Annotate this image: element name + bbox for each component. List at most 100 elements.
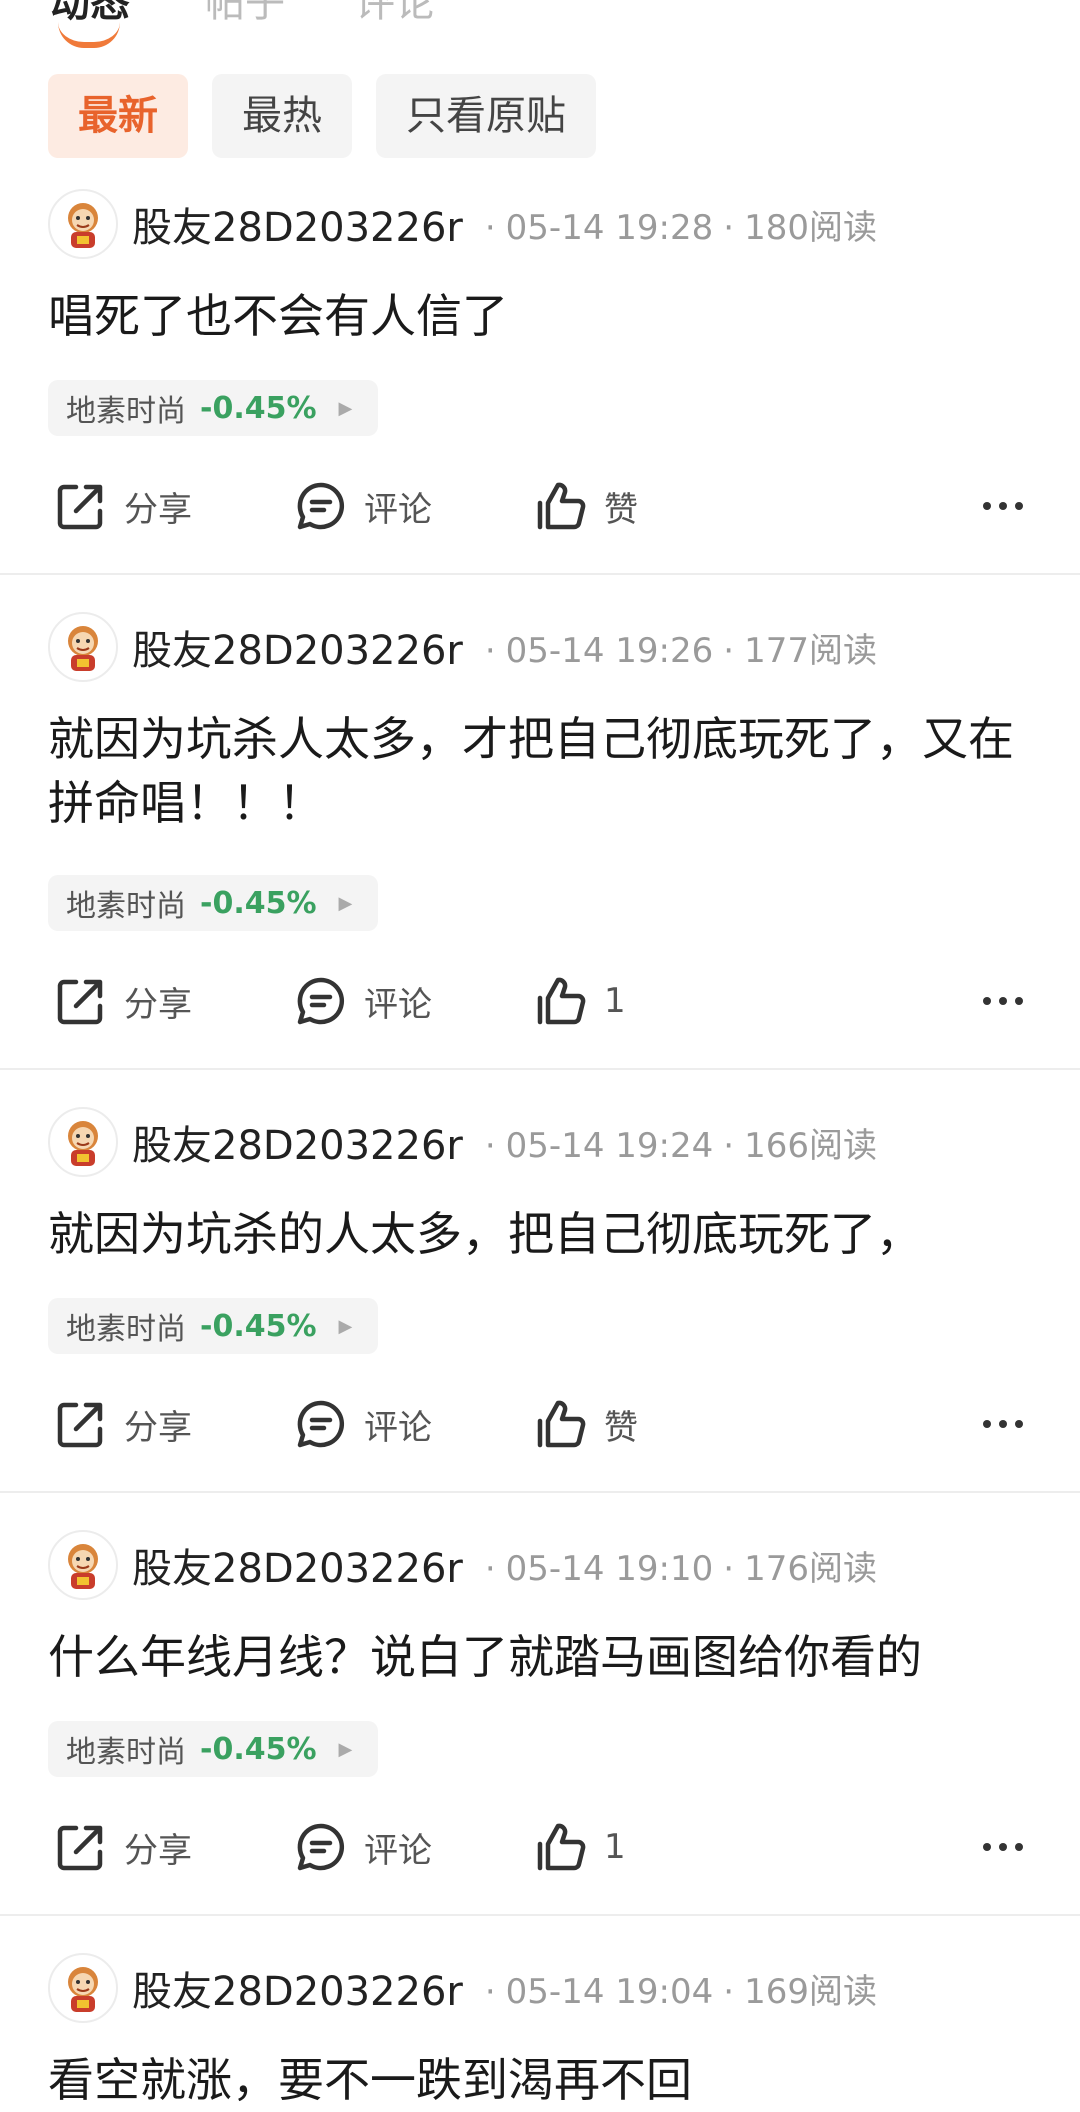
username[interactable]: 股友28D203226r — [132, 1959, 463, 2017]
post-content[interactable]: 什么年线月线？说白了就踏马画图给你看的 — [48, 1625, 1038, 1689]
more-options-button[interactable] — [968, 1812, 1038, 1882]
stock-tag[interactable]: 地素时尚 -0.45% ▶ — [48, 1721, 379, 1777]
mascot-avatar-icon — [68, 1121, 98, 1166]
comment-button[interactable]: 评论 — [292, 1812, 432, 1882]
post-meta: · 05-14 19:24 · 166阅读 — [484, 1125, 877, 1166]
post-time: 05-14 19:10 — [505, 1548, 714, 1589]
comment-icon — [297, 1400, 345, 1448]
stock-tag[interactable]: 地素时尚 -0.45% ▶ — [48, 380, 379, 436]
play-arrow-icon: ▶ — [338, 1738, 353, 1760]
comment-button[interactable]: 评论 — [292, 471, 432, 541]
like-count: 赞 — [604, 1407, 638, 1448]
action-bar: 分享 评论 1 — [48, 1812, 1038, 1882]
stock-change: -0.45% — [200, 1731, 317, 1767]
active-tab-indicator — [58, 22, 120, 48]
post-content[interactable]: 唱死了也不会有人信了 — [48, 284, 1038, 348]
more-options-button[interactable] — [968, 966, 1038, 1036]
tab-comments[interactable]: 评论 — [355, 0, 435, 28]
divider — [0, 573, 1080, 575]
post-time: 05-14 19:26 — [505, 630, 714, 671]
action-bar: 分享 评论 1 — [48, 966, 1038, 1036]
comment-button[interactable]: 评论 — [292, 966, 432, 1036]
action-bar: 分享 评论 赞 — [48, 471, 1038, 541]
stock-tag[interactable]: 地素时尚 -0.45% ▶ — [48, 875, 379, 931]
like-count: 1 — [604, 981, 626, 1021]
share-icon — [57, 1825, 103, 1871]
post-meta: · 05-14 19:10 · 176阅读 — [484, 1548, 877, 1589]
read-count: 180阅读 — [744, 207, 877, 248]
divider — [0, 1068, 1080, 1070]
read-count: 166阅读 — [744, 1125, 877, 1166]
username[interactable]: 股友28D203226r — [132, 618, 463, 676]
filter-hottest[interactable]: 最热 — [212, 74, 352, 158]
share-button[interactable]: 分享 — [52, 1389, 192, 1459]
post-meta: · 05-14 19:26 · 177阅读 — [484, 630, 877, 671]
avatar[interactable] — [48, 1953, 118, 2023]
play-arrow-icon: ▶ — [338, 892, 353, 914]
thumbs-up-icon — [537, 1823, 586, 1871]
post-header: 股友28D203226r · 05-14 19:28 · 180阅读 — [48, 188, 877, 260]
stock-name: 地素时尚 — [66, 1735, 186, 1770]
mascot-avatar-icon — [68, 1544, 98, 1589]
stock-tag[interactable]: 地素时尚 -0.45% ▶ — [48, 1298, 379, 1354]
share-label: 分享 — [124, 489, 192, 530]
like-button[interactable]: 赞 — [532, 1389, 638, 1459]
comment-icon — [297, 482, 345, 530]
post-header: 股友28D203226r · 05-14 19:04 · 169阅读 — [48, 1952, 877, 2024]
share-button[interactable]: 分享 — [52, 471, 192, 541]
divider — [0, 1491, 1080, 1493]
post-time: 05-14 19:24 — [505, 1125, 714, 1166]
filter-original-only[interactable]: 只看原贴 — [376, 74, 596, 158]
more-options-button[interactable] — [968, 1389, 1038, 1459]
filter-latest[interactable]: 最新 — [48, 74, 188, 158]
share-button[interactable]: 分享 — [52, 1812, 192, 1882]
post-meta: · 05-14 19:28 · 180阅读 — [484, 207, 877, 248]
post-header: 股友28D203226r · 05-14 19:10 · 176阅读 — [48, 1529, 877, 1601]
top-tab-bar: 动态 帖子 评论 — [0, 0, 1080, 60]
play-arrow-icon: ▶ — [338, 1315, 353, 1337]
mascot-avatar-icon — [68, 626, 98, 671]
stock-name: 地素时尚 — [66, 1312, 186, 1347]
comment-icon — [297, 977, 345, 1025]
comment-label: 评论 — [364, 984, 432, 1025]
like-button[interactable]: 1 — [532, 966, 626, 1036]
share-icon — [57, 979, 103, 1025]
comment-label: 评论 — [364, 489, 432, 530]
avatar[interactable] — [48, 189, 118, 259]
share-label: 分享 — [124, 984, 192, 1025]
avatar[interactable] — [48, 1107, 118, 1177]
stock-change: -0.45% — [200, 390, 317, 426]
play-arrow-icon: ▶ — [338, 397, 353, 419]
mascot-avatar-icon — [68, 1967, 98, 2012]
thumbs-up-icon — [537, 1400, 586, 1448]
username[interactable]: 股友28D203226r — [132, 195, 463, 253]
post-header: 股友28D203226r · 05-14 19:26 · 177阅读 — [48, 611, 877, 683]
avatar[interactable] — [48, 1530, 118, 1600]
stock-change: -0.45% — [200, 1308, 317, 1344]
stock-change: -0.45% — [200, 885, 317, 921]
post-time: 05-14 19:28 — [505, 207, 714, 248]
like-button[interactable]: 1 — [532, 1812, 626, 1882]
tab-posts[interactable]: 帖子 — [205, 0, 285, 28]
share-label: 分享 — [124, 1830, 192, 1871]
read-count: 176阅读 — [744, 1548, 877, 1589]
share-icon — [57, 1402, 103, 1448]
share-label: 分享 — [124, 1407, 192, 1448]
post-content[interactable]: 看空就涨，要不一跌到渴再不回 — [48, 2048, 1038, 2112]
read-count: 169阅读 — [744, 1971, 877, 2012]
comment-button[interactable]: 评论 — [292, 1389, 432, 1459]
comment-label: 评论 — [364, 1830, 432, 1871]
read-count: 177阅读 — [744, 630, 877, 671]
username[interactable]: 股友28D203226r — [132, 1536, 463, 1594]
like-button[interactable]: 赞 — [532, 471, 638, 541]
post-header: 股友28D203226r · 05-14 19:24 · 166阅读 — [48, 1106, 877, 1178]
stock-name: 地素时尚 — [66, 394, 186, 429]
post-content[interactable]: 就因为坑杀人太多，才把自己彻底玩死了，又在拼命唱！！！ — [48, 707, 1038, 835]
action-bar: 分享 评论 赞 — [48, 1389, 1038, 1459]
like-count: 赞 — [604, 489, 638, 530]
more-options-button[interactable] — [968, 471, 1038, 541]
username[interactable]: 股友28D203226r — [132, 1113, 463, 1171]
post-content[interactable]: 就因为坑杀的人太多，把自己彻底玩死了， — [48, 1202, 1038, 1266]
share-button[interactable]: 分享 — [52, 966, 192, 1036]
avatar[interactable] — [48, 612, 118, 682]
